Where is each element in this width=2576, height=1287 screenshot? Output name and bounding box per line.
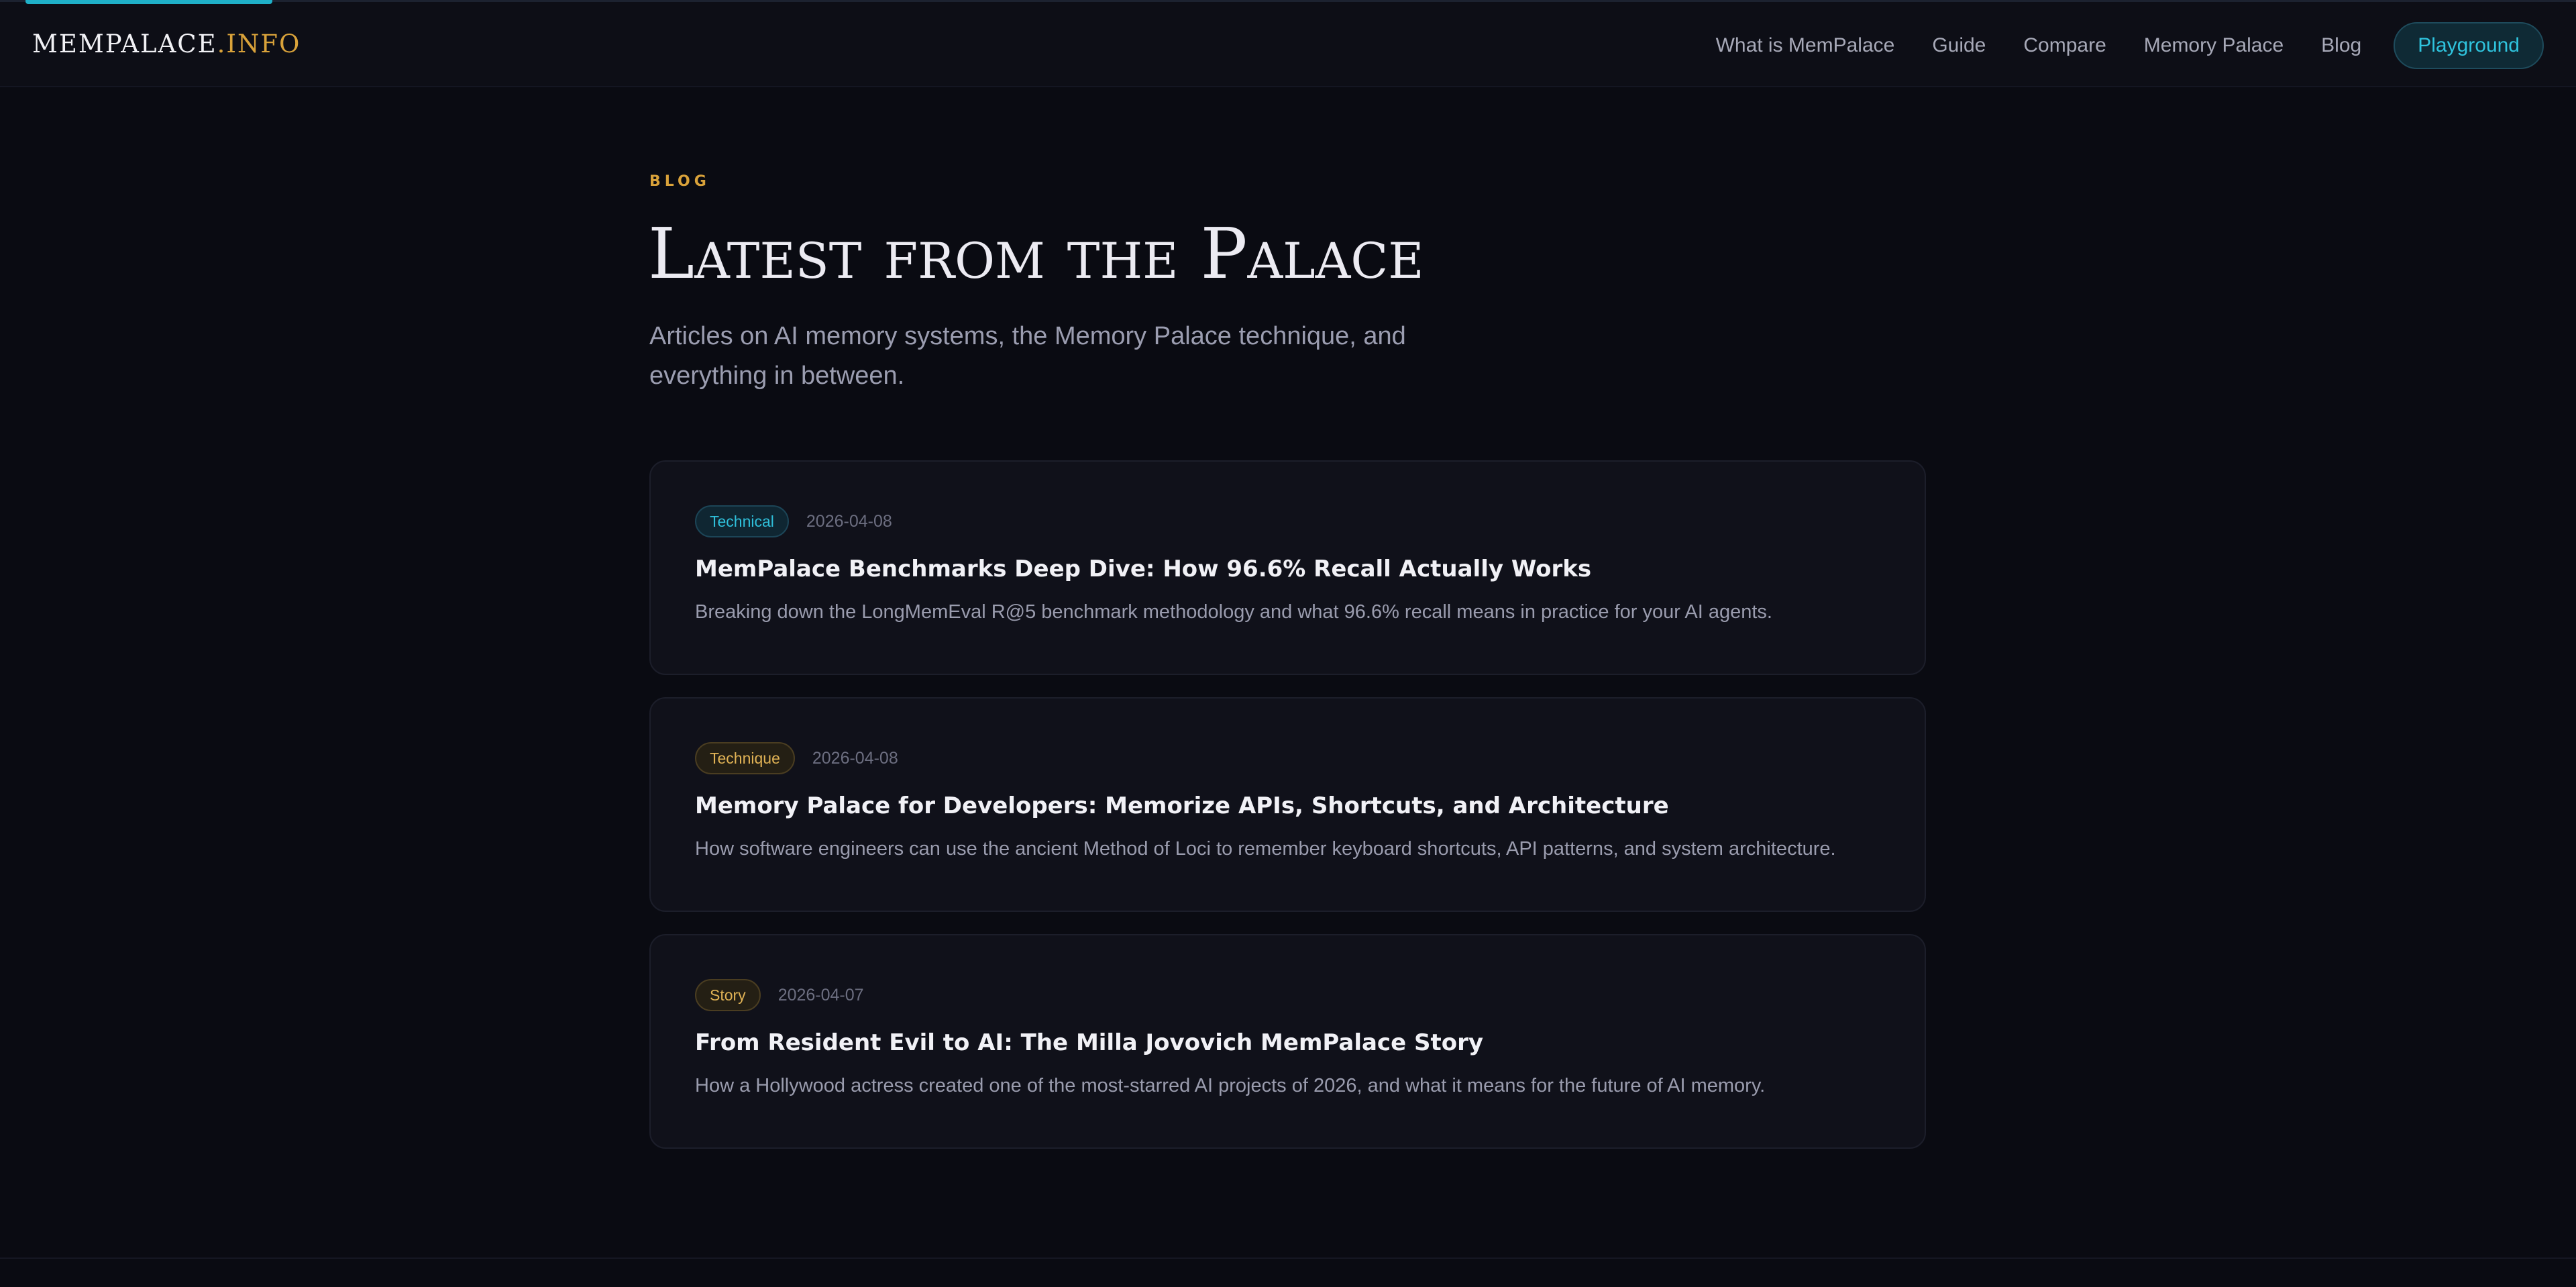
post-card[interactable]: Story 2026-04-07 From Resident Evil to A… [649,934,1926,1149]
post-card[interactable]: Technique 2026-04-08 Memory Palace for D… [649,697,1926,912]
footer-divider [0,1257,2576,1259]
page-title: Latest from the Palace [648,213,1424,295]
nav-link-compare[interactable]: Compare [2023,34,2106,57]
category-badge: Technical [695,505,789,537]
category-badge: Technique [695,742,795,774]
post-date: 2026-04-07 [777,985,864,1005]
post-date: 2026-04-08 [812,748,898,768]
logo-suffix-text: .INFO [217,30,301,58]
post-date: 2026-04-08 [806,511,892,531]
category-badge: Story [695,979,761,1011]
nav-link-blog[interactable]: Blog [2321,34,2361,57]
post-title[interactable]: Memory Palace for Developers: Memorize A… [695,792,1669,819]
site-header: MEMPALACE.INFO What is MemPalace Guide C… [0,2,2576,87]
post-title[interactable]: From Resident Evil to AI: The Milla Jovo… [695,1029,1483,1056]
scroll-progress-indicator [25,0,272,4]
section-eyebrow: BLOG [649,173,710,190]
post-description: How software engineers can use the ancie… [695,838,1836,860]
post-description: How a Hollywood actress created one of t… [695,1075,1766,1096]
nav-link-guide[interactable]: Guide [1932,34,1986,57]
nav-link-what-is-mempalace[interactable]: What is MemPalace [1716,34,1895,57]
post-meta: Technique 2026-04-08 [695,741,898,775]
main-nav: What is MemPalace Guide Compare Memory P… [1716,22,2544,69]
post-meta: Technical 2026-04-08 [695,505,892,538]
page: MEMPALACE.INFO What is MemPalace Guide C… [0,0,2576,1287]
nav-link-memory-palace[interactable]: Memory Palace [2144,34,2284,57]
logo-main-text: MEMPALACE [32,30,217,58]
post-description: Breaking down the LongMemEval R@5 benchm… [695,601,1772,623]
post-title[interactable]: MemPalace Benchmarks Deep Dive: How 96.6… [695,556,1591,582]
page-subtitle: Articles on AI memory systems, the Memor… [649,322,1406,390]
post-meta: Story 2026-04-07 [695,978,864,1012]
post-card[interactable]: Technical 2026-04-08 MemPalace Benchmark… [649,460,1926,675]
site-logo[interactable]: MEMPALACE.INFO [32,28,301,61]
playground-button[interactable]: Playground [2394,22,2544,69]
